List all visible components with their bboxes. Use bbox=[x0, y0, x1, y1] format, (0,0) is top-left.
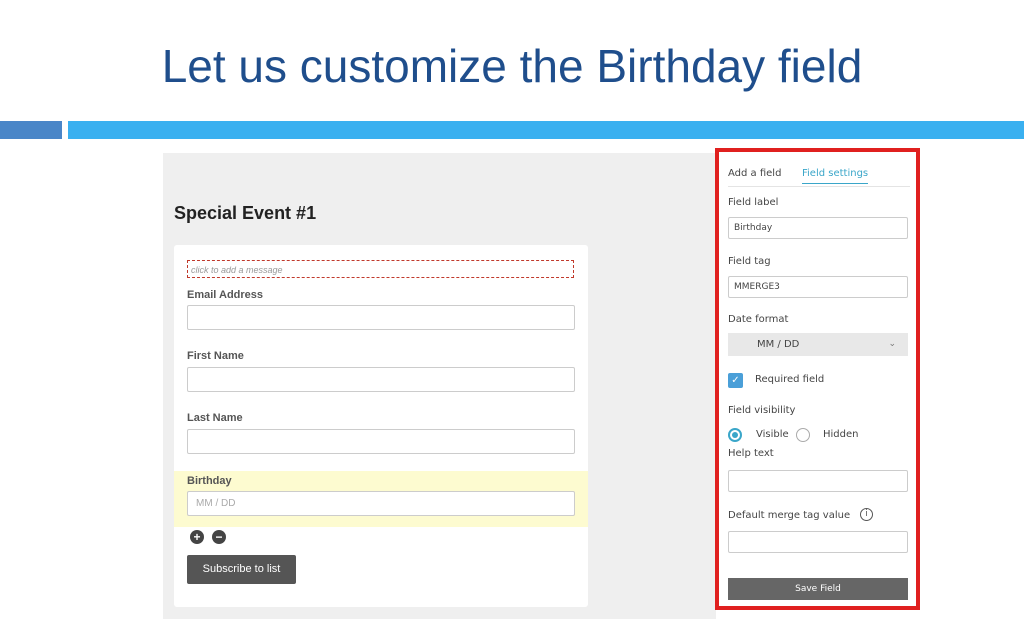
help-text-label: Help text bbox=[728, 448, 774, 459]
date-format-label: Date format bbox=[728, 314, 789, 325]
chevron-down-icon: ⌄ bbox=[888, 339, 896, 349]
form-builder-preview: Special Event #1 click to add a message … bbox=[163, 153, 716, 619]
visible-option-label: Visible bbox=[756, 429, 789, 440]
default-merge-input[interactable] bbox=[728, 531, 908, 553]
slide-title: Let us customize the Birthday field bbox=[161, 40, 863, 92]
email-field[interactable] bbox=[187, 305, 575, 330]
required-field-label: Required field bbox=[755, 374, 825, 385]
field-visibility-label: Field visibility bbox=[728, 405, 796, 416]
radio-hidden[interactable] bbox=[796, 428, 810, 442]
date-format-value: MM / DD bbox=[757, 339, 800, 350]
field-label-input[interactable]: Birthday bbox=[728, 217, 908, 239]
info-icon[interactable]: i bbox=[860, 508, 873, 521]
title-bar-right bbox=[68, 121, 1024, 139]
tab-add-a-field[interactable]: Add a field bbox=[728, 168, 781, 179]
default-merge-label: Default merge tag value bbox=[728, 510, 851, 521]
last-name-field[interactable] bbox=[187, 429, 575, 454]
first-name-field[interactable] bbox=[187, 367, 575, 392]
save-field-button[interactable]: Save Field bbox=[728, 578, 908, 600]
radio-visible[interactable] bbox=[728, 428, 742, 442]
form-title: Special Event #1 bbox=[174, 203, 317, 223]
birthday-field[interactable]: MM / DD bbox=[187, 491, 575, 516]
message-placeholder[interactable]: click to add a message bbox=[187, 260, 574, 278]
help-text-input[interactable] bbox=[728, 470, 908, 492]
first-name-label: First Name bbox=[187, 350, 244, 362]
field-label-label: Field label bbox=[728, 197, 779, 208]
last-name-label: Last Name bbox=[187, 412, 243, 424]
field-tag-input[interactable]: MMERGE3 bbox=[728, 276, 908, 298]
panel-tabs: Add a field Field settings bbox=[728, 166, 910, 187]
tab-field-settings[interactable]: Field settings bbox=[802, 168, 869, 184]
field-tag-label: Field tag bbox=[728, 256, 771, 267]
title-bar-left bbox=[0, 121, 62, 139]
plus-circle-icon[interactable]: + bbox=[190, 530, 204, 544]
subscribe-button[interactable]: Subscribe to list bbox=[187, 555, 296, 584]
signup-form: click to add a message Email Address Fir… bbox=[174, 245, 588, 607]
birthday-label: Birthday bbox=[187, 475, 232, 487]
date-format-select[interactable]: MM / DD ⌄ bbox=[728, 333, 908, 356]
email-label: Email Address bbox=[187, 289, 264, 301]
field-settings-panel: Add a field Field settings Field label B… bbox=[715, 148, 920, 610]
hidden-option-label: Hidden bbox=[823, 429, 859, 440]
required-field-checkbox[interactable]: ✓ bbox=[728, 373, 743, 388]
minus-circle-icon[interactable]: − bbox=[212, 530, 226, 544]
